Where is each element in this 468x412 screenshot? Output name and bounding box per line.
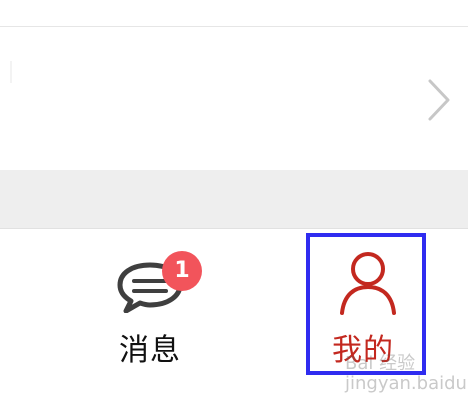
watermark-line-2: jingyan.baidu.com [345, 373, 468, 394]
watermark-line-1: Bai 经验 [345, 353, 416, 374]
row-marker [10, 61, 12, 83]
top-strip [0, 0, 468, 27]
tab-messages-label: 消息 [119, 333, 181, 368]
user-icon [340, 252, 396, 315]
notification-badge: 1 [162, 251, 202, 291]
tab-messages[interactable]: 1 消息 [88, 229, 218, 412]
section-divider-band [0, 170, 468, 229]
watermark: Bai 经验 jingyan.baidu.com [345, 353, 468, 400]
list-row[interactable] [0, 27, 468, 170]
chevron-right-icon[interactable] [420, 75, 454, 125]
